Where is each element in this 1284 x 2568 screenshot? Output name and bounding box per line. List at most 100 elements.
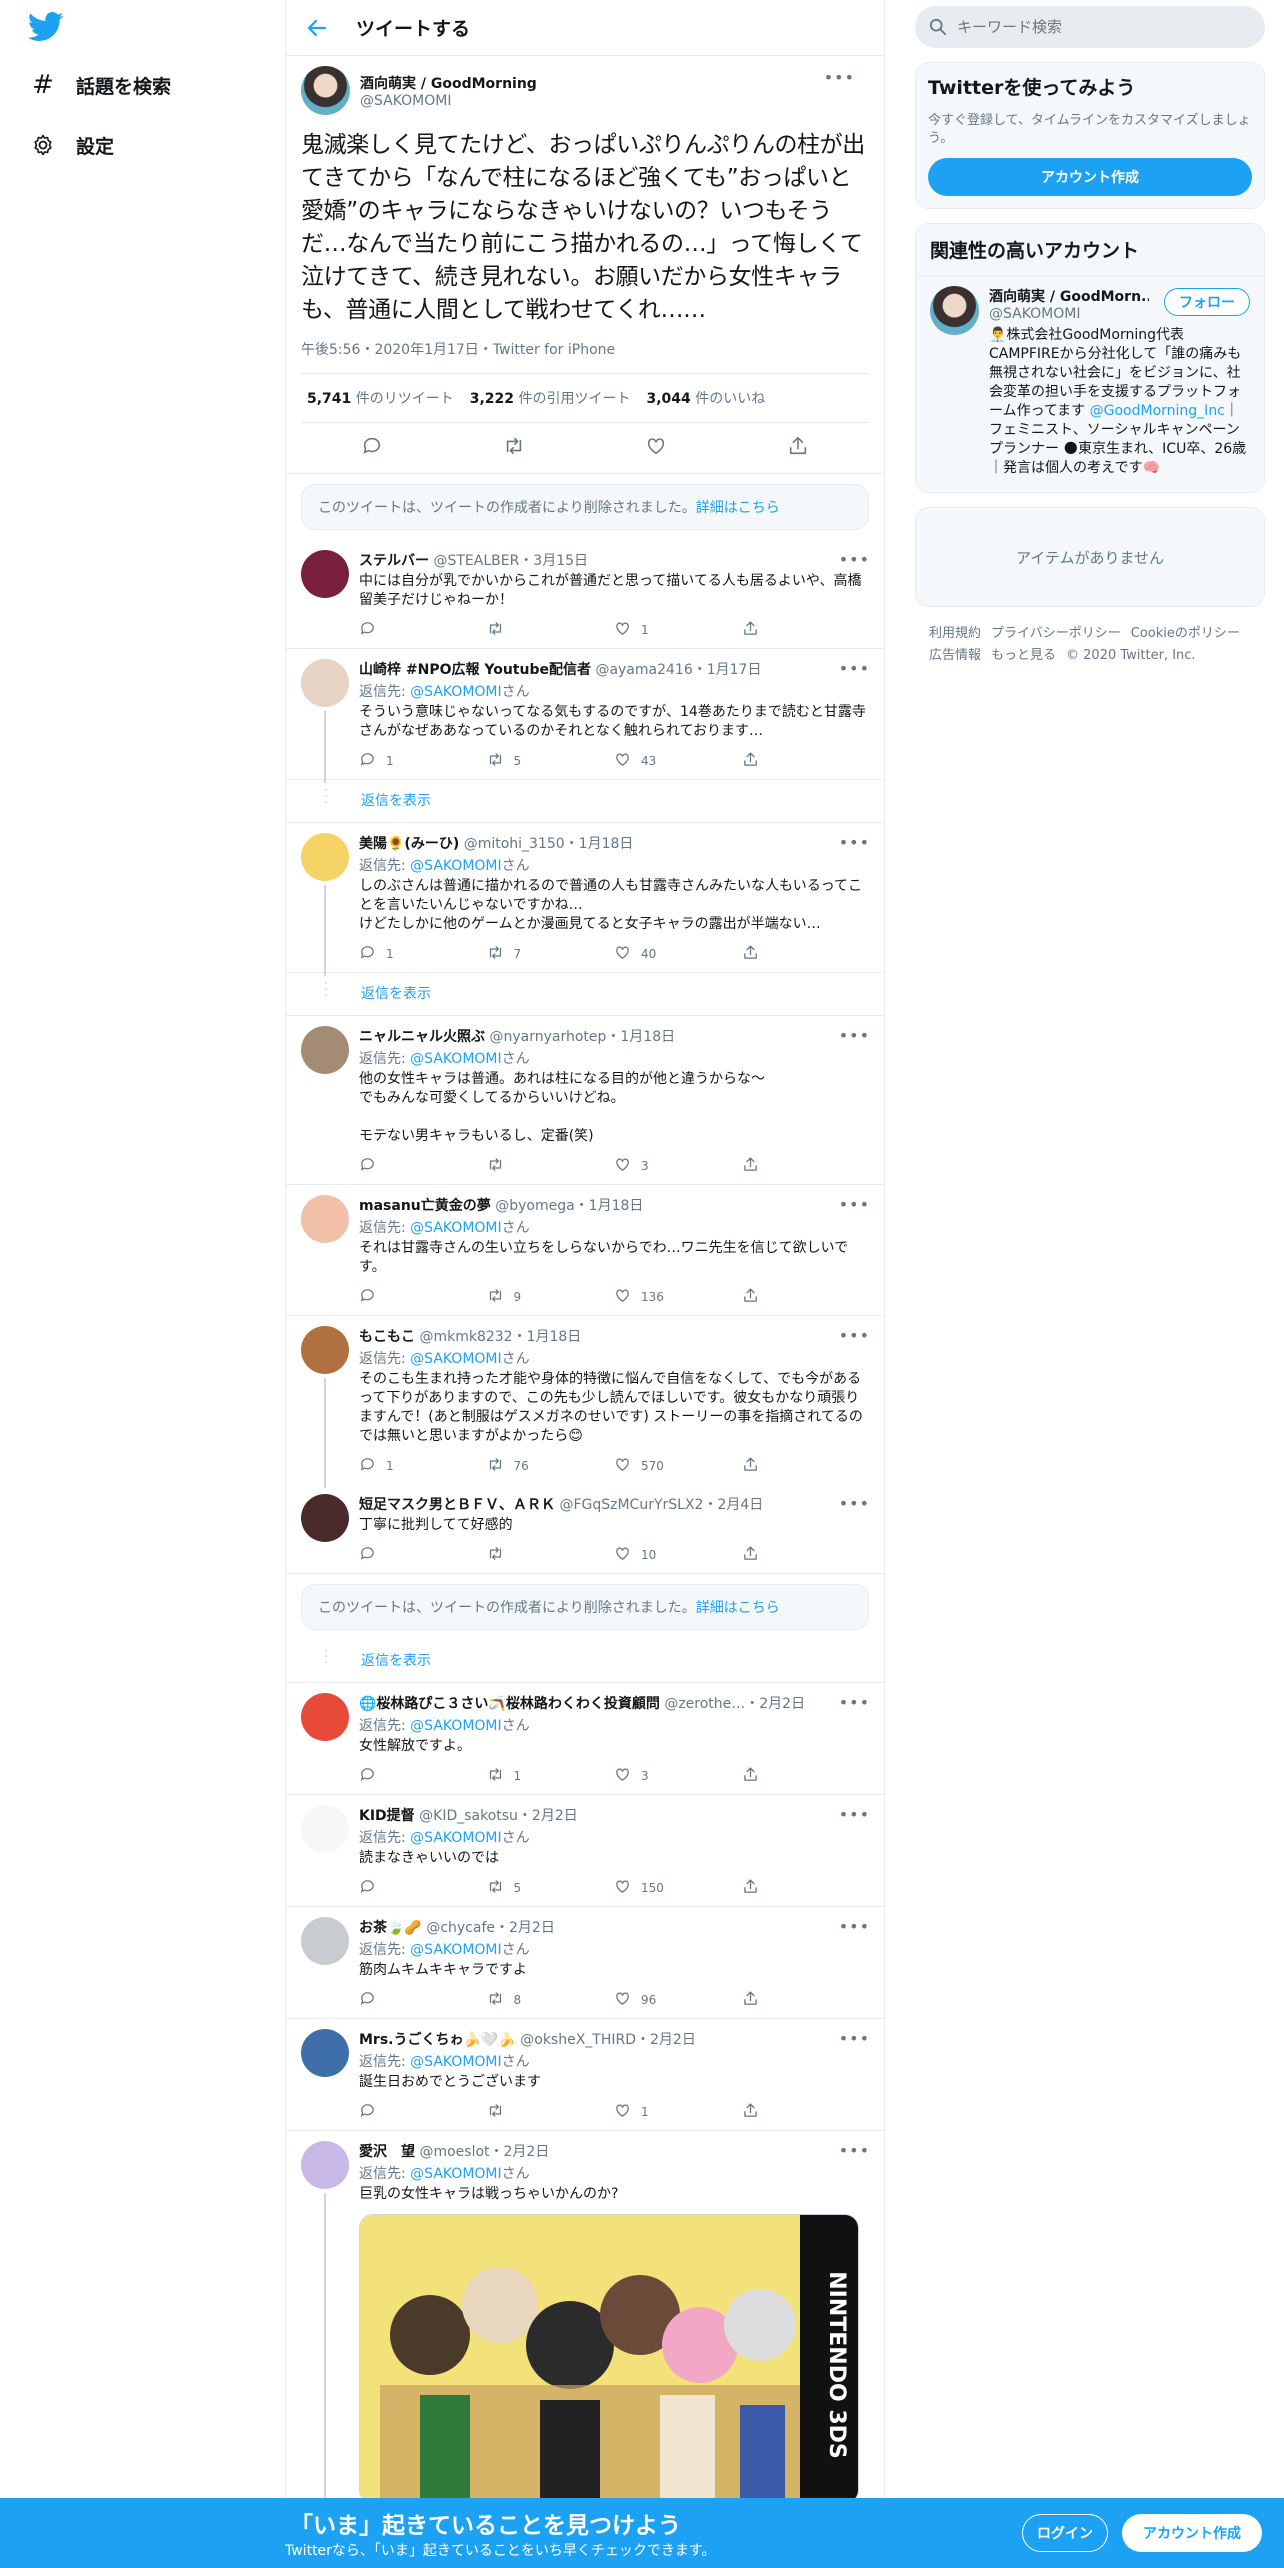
reply-tweet[interactable]: masanu亡黄金の夢 @byomega・1月18日 ••• 返信先: @SAKOM… — [286, 1185, 884, 1316]
quote-count-link[interactable]: 3,222 件の引用ツイート — [470, 388, 631, 408]
like-button[interactable]: 3 — [614, 1156, 742, 1176]
show-replies-link[interactable]: · · · 返信を表示 — [286, 1640, 884, 1683]
reply-author-name[interactable]: ニャルニャル火照ぶ — [359, 1029, 485, 1045]
like-button[interactable]: 40 — [614, 944, 742, 964]
reply-button[interactable] — [359, 1156, 487, 1176]
share-button[interactable] — [742, 2102, 870, 2122]
avatar[interactable] — [301, 659, 349, 707]
search-bar[interactable] — [915, 6, 1265, 48]
share-button[interactable] — [742, 1287, 870, 1307]
like-button[interactable]: 150 — [614, 1878, 742, 1898]
replying-to-link[interactable]: @SAKOMOMI — [410, 1942, 501, 1958]
avatar[interactable] — [301, 1026, 349, 1074]
nav-settings[interactable]: 設定 — [30, 125, 114, 165]
reply-author-handle[interactable]: @zerothe…・2月2日 — [664, 1696, 805, 1712]
retweet-button[interactable] — [487, 2102, 615, 2122]
share-icon[interactable] — [787, 435, 809, 461]
reply-button[interactable] — [359, 1545, 487, 1565]
more-options-icon[interactable]: ••• — [839, 2029, 870, 2048]
reply-tweet[interactable]: もこもこ @mkmk8232・1月18日 ••• 返信先: @SAKOMOMIさんそ… — [286, 1316, 884, 1488]
reply-tweet[interactable]: 美陽🌻(みーひ) @mitohi_3150・1月18日 ••• 返信先: @SAKO… — [286, 823, 884, 976]
reply-author-name[interactable]: 短足マスク男とＢＦＶ、ＡＲＫ — [359, 1497, 555, 1513]
reply-button[interactable] — [359, 1287, 487, 1307]
avatar[interactable] — [301, 2029, 349, 2077]
reply-tweet[interactable]: ステルバー @STEALBER・3月15日 ••• 中には自分が乳でかいからこれが普… — [286, 540, 884, 649]
more-options-icon[interactable]: ••• — [839, 1917, 870, 1936]
reply-author-handle[interactable]: @mitohi_3150・1月18日 — [464, 836, 634, 852]
reply-icon[interactable] — [361, 435, 383, 461]
reply-author-name[interactable]: Mrs.うごくちゎ🍌🤍🍌 — [359, 2032, 516, 2048]
retweet-button[interactable] — [487, 1545, 615, 1565]
reply-tweet[interactable]: 🌐桜林路ぴこ３さい🪃桜林路わくわく投資顧問 @zerothe…・2月2日 ••• 返… — [286, 1683, 884, 1795]
more-options-icon[interactable]: ••• — [839, 1026, 870, 1045]
share-button[interactable] — [742, 1878, 870, 1898]
cookie-link[interactable]: Cookieのポリシー — [1131, 626, 1240, 641]
reply-author-name[interactable]: お茶🍃🥜 — [359, 1920, 422, 1936]
like-count-link[interactable]: 3,044 件のいいね — [647, 388, 766, 408]
retweet-button[interactable]: 5 — [487, 1878, 615, 1898]
search-input[interactable] — [957, 18, 1217, 36]
replying-to-link[interactable]: @SAKOMOMI — [410, 1351, 501, 1367]
reply-tweet[interactable]: KID提督 @KID_sakotsu・2月2日 ••• 返信先: @SAKOMOMI… — [286, 1795, 884, 1907]
create-account-button[interactable]: アカウント作成 — [928, 158, 1252, 196]
avatar[interactable] — [930, 286, 979, 335]
replying-to-link[interactable]: @SAKOMOMI — [410, 1718, 501, 1734]
share-button[interactable] — [742, 1545, 870, 1565]
like-button[interactable]: 1 — [614, 620, 742, 640]
replying-to-link[interactable]: @SAKOMOMI — [410, 1220, 501, 1236]
more-options-icon[interactable]: ••• — [839, 1494, 870, 1513]
like-button[interactable]: 96 — [614, 1990, 742, 2010]
avatar[interactable] — [301, 66, 350, 115]
terms-link[interactable]: 利用規約 — [929, 626, 981, 641]
retweet-button[interactable]: 8 — [487, 1990, 615, 2010]
reply-author-handle[interactable]: @KID_sakotsu・2月2日 — [419, 1808, 578, 1824]
retweet-button[interactable]: 76 — [487, 1456, 615, 1476]
ads-link[interactable]: 広告情報 — [929, 648, 981, 663]
more-options-icon[interactable]: ••• — [824, 68, 855, 87]
reply-author-name[interactable]: 愛沢 望 — [359, 2144, 415, 2160]
replying-to-link[interactable]: @SAKOMOMI — [410, 1830, 501, 1846]
reply-author-handle[interactable]: @FGqSzMCurYrSLX2・2月4日 — [559, 1497, 763, 1513]
bio-mention-link[interactable]: @GoodMorning_Inc — [1090, 403, 1225, 419]
more-options-icon[interactable]: ••• — [839, 833, 870, 852]
share-button[interactable] — [742, 1766, 870, 1786]
avatar[interactable] — [301, 1494, 349, 1542]
reply-author-handle[interactable]: @byomega・1月18日 — [495, 1198, 643, 1214]
more-options-icon[interactable]: ••• — [839, 550, 870, 569]
avatar[interactable] — [301, 833, 349, 881]
nav-explore[interactable]: # 話題を検索 — [30, 65, 171, 105]
reply-author-name[interactable]: 山崎梓 #NPO広報 Youtube配信者 — [359, 662, 591, 678]
related-account[interactable]: 酒向萌実 / GoodMorn... @SAKOMOMI 👨‍💼株式会社Good… — [916, 276, 1264, 478]
more-options-icon[interactable]: ••• — [839, 1195, 870, 1214]
like-button[interactable]: 10 — [614, 1545, 742, 1565]
tweet-timestamp[interactable]: 午後5:56・2020年1月17日・Twitter for iPhone — [301, 339, 869, 374]
share-button[interactable] — [742, 1156, 870, 1176]
share-button[interactable] — [742, 620, 870, 640]
retweet-button[interactable]: 1 — [487, 1766, 615, 1786]
reply-author-handle[interactable]: @moeslot・2月2日 — [419, 2144, 549, 2160]
reply-button[interactable] — [359, 1990, 487, 2010]
retweet-button[interactable]: 5 — [487, 751, 615, 771]
replying-to-link[interactable]: @SAKOMOMI — [410, 2054, 501, 2070]
signup-button[interactable]: アカウント作成 — [1122, 2514, 1262, 2552]
more-options-icon[interactable]: ••• — [839, 1805, 870, 1824]
learn-more-link[interactable]: 詳細はこちら — [696, 500, 780, 516]
login-button[interactable]: ログイン — [1022, 2514, 1108, 2552]
replying-to-link[interactable]: @SAKOMOMI — [410, 858, 501, 874]
reply-button[interactable] — [359, 2102, 487, 2122]
reply-tweet[interactable]: 短足マスク男とＢＦＶ、ＡＲＫ @FGqSzMCurYrSLX2・2月4日 ••• 丁… — [286, 1484, 884, 1574]
author-handle[interactable]: @SAKOMOMI — [360, 93, 537, 109]
retweet-button[interactable] — [487, 1156, 615, 1176]
reply-author-name[interactable]: 美陽🌻(みーひ) — [359, 836, 459, 852]
reply-author-name[interactable]: KID提督 — [359, 1808, 415, 1824]
follow-button[interactable]: フォロー — [1164, 288, 1250, 316]
like-button[interactable]: 570 — [614, 1456, 742, 1476]
share-button[interactable] — [742, 1990, 870, 2010]
learn-more-link[interactable]: 詳細はこちら — [696, 1600, 780, 1616]
author-name[interactable]: 酒向萌実 / GoodMorning — [360, 73, 537, 93]
reply-button[interactable]: 1 — [359, 751, 487, 771]
replying-to-link[interactable]: @SAKOMOMI — [410, 684, 501, 700]
reply-author-name[interactable]: masanu亡黄金の夢 — [359, 1198, 491, 1214]
like-button[interactable]: 1 — [614, 2102, 742, 2122]
avatar[interactable] — [301, 2141, 349, 2189]
